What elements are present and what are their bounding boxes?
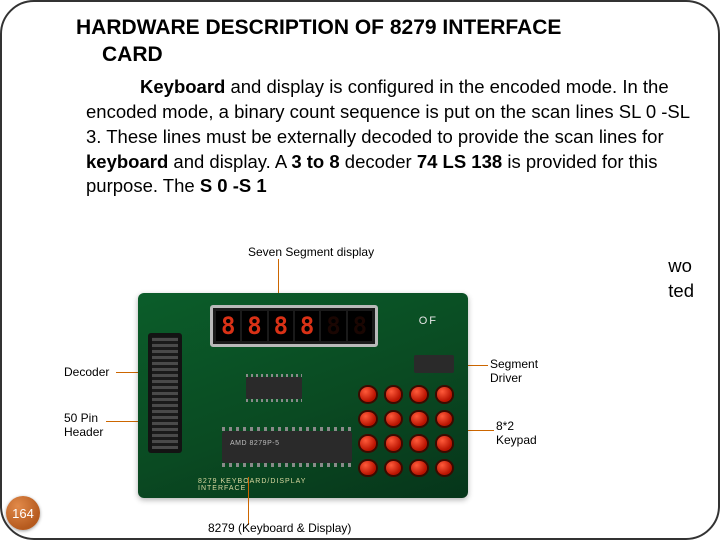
slide-content: HARDWARE DESCRIPTION OF 8279 INTERFACE C… [76, 14, 690, 199]
kw-3to8: 3 to 8 [291, 151, 339, 172]
page-number-badge: 164 [6, 496, 40, 530]
annot-seven-seg: Seven Segment display [248, 245, 374, 259]
title-line-1: HARDWARE DESCRIPTION OF 8279 INTERFACE [76, 16, 561, 39]
segment-driver-chip [414, 355, 454, 373]
keypad-key [384, 410, 404, 429]
kw-keyboard-2: keyboard [86, 151, 168, 172]
keypad-key [409, 459, 429, 478]
digit [321, 311, 345, 341]
pcb-board: OF AMD 8279P-5 8279 KEYBOARD/DISPLAY INT… [138, 293, 468, 498]
keypad-key [435, 434, 455, 453]
kw-s0s1: S 0 -S 1 [200, 175, 267, 196]
keypad-key [409, 385, 429, 404]
seven-segment-display [210, 305, 378, 347]
keypad-key [358, 434, 378, 453]
keypad-grid [358, 385, 454, 477]
kw-keyboard-1: Keyboard [140, 76, 225, 97]
digit [295, 311, 319, 341]
truncated-text-right: wo ted [668, 254, 694, 304]
figure-caption: 8279 (Keyboard & Display) [208, 521, 351, 535]
pin-header [148, 333, 182, 453]
board-text-of: OF [419, 315, 438, 327]
annot-segment-driver: Segment Driver [490, 357, 538, 386]
keypad-key [435, 385, 455, 404]
keypad-key [358, 385, 378, 404]
digit [216, 311, 240, 341]
chip-label: AMD 8279P-5 [230, 440, 279, 447]
title-line-2: CARD [76, 43, 163, 66]
frag-1: wo [668, 255, 692, 276]
keypad-key [435, 459, 455, 478]
board-figure: Seven Segment display Segment Driver 8*2… [58, 245, 568, 535]
kw-74ls138: 74 LS 138 [417, 151, 502, 172]
keypad-key [409, 434, 429, 453]
para-t3: and display. A [168, 151, 291, 172]
board-silkscreen: 8279 KEYBOARD/DISPLAY INTERFACE [198, 478, 348, 490]
keypad-key [358, 459, 378, 478]
page-number: 164 [12, 506, 34, 521]
frag-2: ted [668, 280, 694, 301]
annot-header: 50 Pin Header [64, 411, 103, 440]
keypad-key [384, 385, 404, 404]
keypad-key [435, 410, 455, 429]
leader-caption [248, 477, 249, 525]
slide-title: HARDWARE DESCRIPTION OF 8279 INTERFACE C… [76, 14, 690, 69]
digit [242, 311, 266, 341]
annot-decoder: Decoder [64, 365, 109, 379]
para-t1: and display is configured in the [225, 76, 489, 97]
keypad-key [358, 410, 378, 429]
keypad-key [384, 459, 404, 478]
decoder-chip [246, 377, 302, 399]
digit [269, 311, 293, 341]
para-t4: decoder [340, 151, 417, 172]
slide-body: Keyboard and display is configured in th… [76, 75, 690, 200]
keypad-key [409, 410, 429, 429]
digit [348, 311, 372, 341]
8279-chip: AMD 8279P-5 [222, 431, 352, 463]
annot-keypad: 8*2 Keypad [496, 419, 537, 448]
keypad-key [384, 434, 404, 453]
